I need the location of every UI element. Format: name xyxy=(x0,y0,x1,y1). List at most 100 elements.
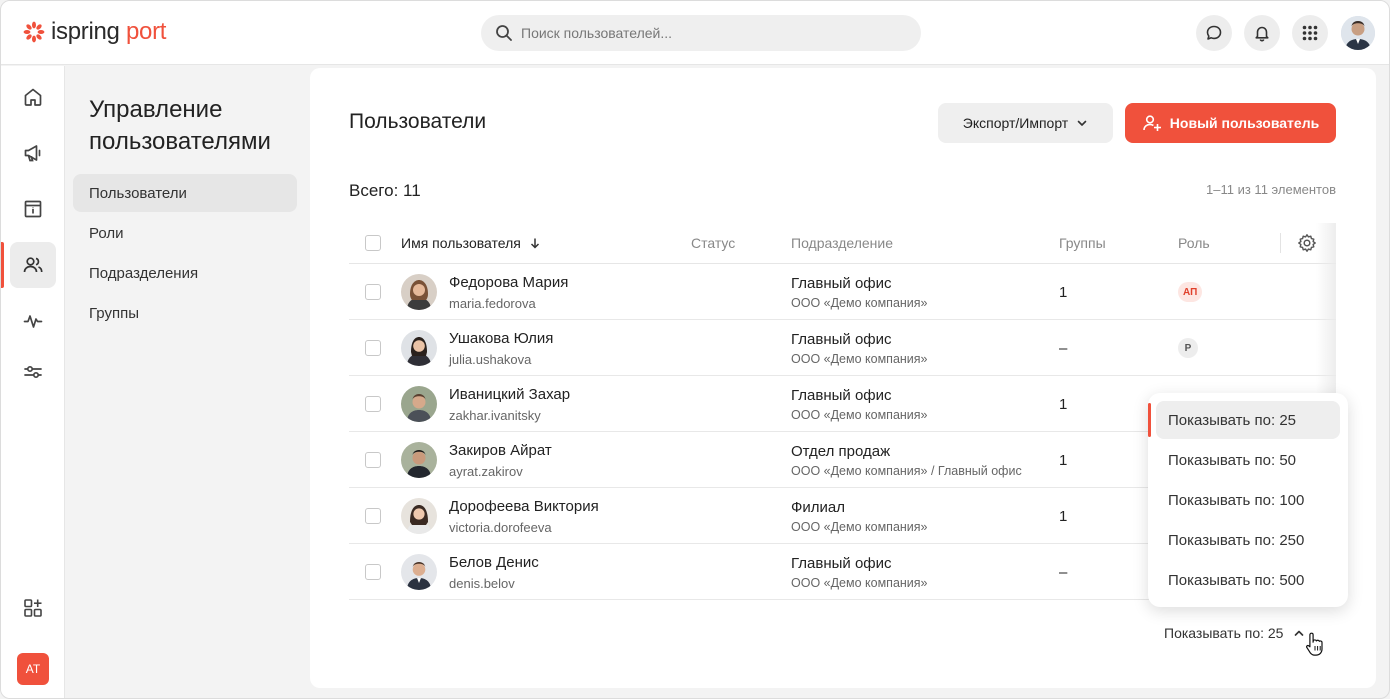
user-login: denis.belov xyxy=(449,576,515,591)
apps-grid-icon xyxy=(1302,25,1318,41)
logo-text-ispring: ispring xyxy=(51,18,120,45)
chat-icon xyxy=(1206,25,1222,40)
rail-users[interactable] xyxy=(10,242,56,288)
new-user-label: Новый пользователь xyxy=(1169,115,1320,131)
sidebar-item-roles[interactable]: Роли xyxy=(73,214,297,252)
catalog-icon xyxy=(24,200,42,218)
sidebar-item-label: Группы xyxy=(89,304,139,322)
users-icon xyxy=(23,257,43,273)
page-size-option-label: Показывать по: 250 xyxy=(1168,531,1305,549)
user-organization: ООО «Демо компания» xyxy=(791,352,928,366)
user-organization: ООО «Демо компания» xyxy=(791,296,928,310)
column-name-label: Имя пользователя xyxy=(401,235,521,251)
logo-text: ispring port xyxy=(51,18,166,46)
user-name[interactable]: Закиров Айрат xyxy=(449,442,552,459)
table-row[interactable]: Федорова Мария maria.fedorova Главный оф… xyxy=(349,264,1336,320)
section-title: Управление пользователями xyxy=(89,96,271,155)
user-login: julia.ushakova xyxy=(449,352,532,367)
avatar xyxy=(401,554,437,590)
user-organization: ООО «Демо компания» xyxy=(791,576,928,590)
user-avatar-image xyxy=(1341,16,1375,50)
page-size-option-25[interactable]: Показывать по: 25 xyxy=(1148,401,1340,439)
rail-announcements[interactable] xyxy=(10,130,56,176)
gear-icon[interactable] xyxy=(1297,233,1317,253)
rail-add-apps[interactable] xyxy=(10,585,56,631)
account-badge[interactable]: AT xyxy=(17,653,49,685)
rail-activity[interactable] xyxy=(10,298,56,344)
chevron-down-icon xyxy=(1077,120,1087,126)
section-sidebar: Управление пользователями Пользователи Р… xyxy=(66,66,309,698)
search-input[interactable] xyxy=(521,25,901,41)
user-name[interactable]: Ушакова Юлия xyxy=(449,330,553,347)
user-groups-count: 1 xyxy=(1059,452,1068,469)
page-size-selector[interactable]: Показывать по: 25 xyxy=(1164,625,1305,641)
activity-icon xyxy=(23,315,43,328)
hand-pointer-icon xyxy=(1306,632,1323,656)
export-import-label: Экспорт/Импорт xyxy=(962,115,1069,131)
page-size-option-label: Показывать по: 500 xyxy=(1168,571,1305,589)
table-header: Имя пользователя Статус Подразделение Гр… xyxy=(349,223,1336,264)
sidebar-item-groups[interactable]: Группы xyxy=(73,294,297,332)
role-badge: АП xyxy=(1178,282,1203,302)
notifications-button[interactable] xyxy=(1244,15,1280,51)
export-import-button[interactable]: Экспорт/Импорт xyxy=(938,103,1113,143)
select-all-checkbox[interactable] xyxy=(365,235,381,251)
apps-button[interactable] xyxy=(1292,15,1328,51)
user-login: victoria.dorofeeva xyxy=(449,520,552,535)
page-size-option-500[interactable]: Показывать по: 500 xyxy=(1156,561,1340,599)
user-avatar[interactable] xyxy=(1341,16,1375,50)
logo-text-port: port xyxy=(119,18,167,45)
range-label: 1–11 из 11 элементов xyxy=(1206,182,1336,197)
row-checkbox[interactable] xyxy=(365,396,381,412)
sort-arrow-down-icon xyxy=(530,238,539,249)
bell-icon xyxy=(1255,26,1269,42)
column-status-header[interactable]: Статус xyxy=(691,235,735,251)
avatar xyxy=(401,274,437,310)
page-size-option-label: Показывать по: 100 xyxy=(1168,491,1305,509)
rail-home[interactable] xyxy=(10,74,56,120)
user-name[interactable]: Иваницкий Захар xyxy=(449,386,570,403)
user-groups-count: – xyxy=(1059,340,1068,357)
column-groups-header[interactable]: Группы xyxy=(1059,235,1106,251)
sidebar-item-users[interactable]: Пользователи xyxy=(73,174,297,212)
user-name[interactable]: Дорофеева Виктория xyxy=(449,498,599,515)
user-groups-count: 1 xyxy=(1059,396,1068,413)
sidebar-item-label: Подразделения xyxy=(89,264,199,282)
rail-settings[interactable] xyxy=(10,349,56,395)
user-groups-count: – xyxy=(1059,564,1068,581)
chat-button[interactable] xyxy=(1196,15,1232,51)
rail-catalog[interactable] xyxy=(10,186,56,232)
sidebar-item-departments[interactable]: Подразделения xyxy=(73,254,297,292)
search-bar[interactable] xyxy=(481,15,921,51)
search-icon xyxy=(496,25,512,41)
page-size-option-250[interactable]: Показывать по: 250 xyxy=(1156,521,1340,559)
column-role-header[interactable]: Роль xyxy=(1178,235,1210,251)
avatar xyxy=(401,330,437,366)
user-groups-count: 1 xyxy=(1059,508,1068,525)
user-department: Филиал xyxy=(791,499,846,516)
page-size-option-50[interactable]: Показывать по: 50 xyxy=(1156,441,1340,479)
user-department: Главный офис xyxy=(791,331,892,348)
user-department: Главный офис xyxy=(791,555,892,572)
row-checkbox[interactable] xyxy=(365,508,381,524)
logo[interactable]: ispring port xyxy=(23,18,166,46)
total-count: Всего: 11 xyxy=(349,181,421,200)
row-checkbox[interactable] xyxy=(365,564,381,580)
row-checkbox[interactable] xyxy=(365,452,381,468)
page-size-option-label: Показывать по: 50 xyxy=(1168,451,1296,469)
page-size-option-100[interactable]: Показывать по: 100 xyxy=(1156,481,1340,519)
chevron-up-icon xyxy=(1295,630,1304,636)
user-name[interactable]: Белов Денис xyxy=(449,554,539,571)
user-organization: ООО «Демо компания» / Главный офис xyxy=(791,464,1022,478)
row-checkbox[interactable] xyxy=(365,284,381,300)
row-checkbox[interactable] xyxy=(365,340,381,356)
table-row[interactable]: Ушакова Юлия julia.ushakova Главный офис… xyxy=(349,320,1336,376)
user-organization: ООО «Демо компания» xyxy=(791,408,928,422)
page-size-option-label: Показывать по: 25 xyxy=(1168,411,1296,429)
column-department-header[interactable]: Подразделение xyxy=(791,235,893,251)
avatar xyxy=(401,386,437,422)
column-name-header[interactable]: Имя пользователя xyxy=(401,235,541,251)
top-bar: ispring port xyxy=(1,1,1389,65)
user-name[interactable]: Федорова Мария xyxy=(449,274,568,291)
new-user-button[interactable]: Новый пользователь xyxy=(1125,103,1336,143)
